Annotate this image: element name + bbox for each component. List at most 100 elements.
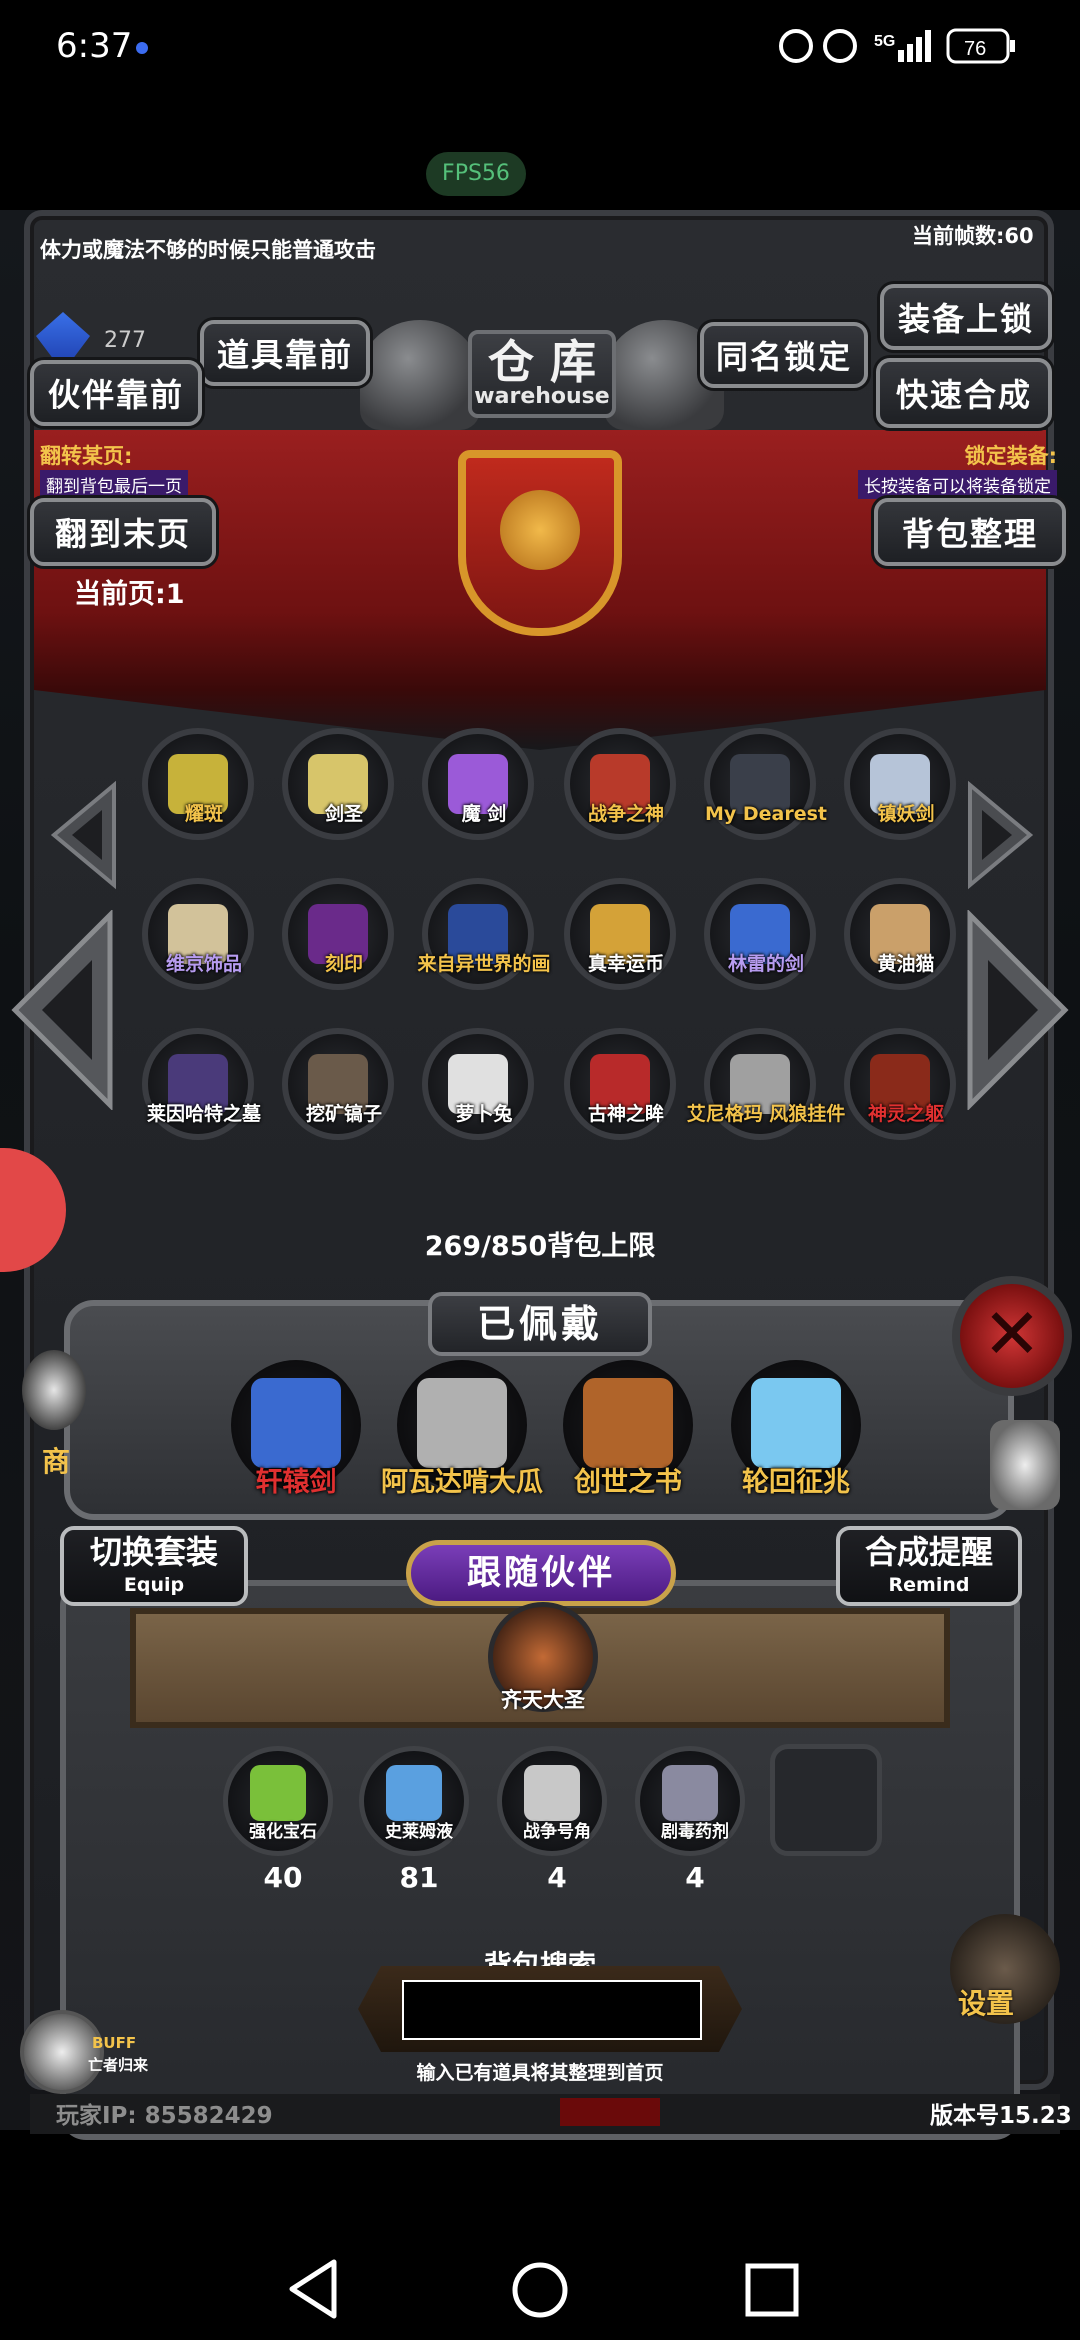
shop-icon[interactable] bbox=[22, 1350, 86, 1430]
gem-count: 277 bbox=[104, 328, 146, 353]
prev-small-arrow-icon[interactable] bbox=[44, 780, 124, 890]
capacity-label: 269/850背包上限 bbox=[424, 1231, 656, 1262]
shop-label: 商 bbox=[42, 1445, 71, 1478]
game-tip-text: 体力或魔法不够的时候只能普通攻击 bbox=[40, 238, 376, 262]
material-art-icon bbox=[250, 1765, 306, 1821]
skull-buff-icon[interactable] bbox=[20, 2010, 104, 2094]
quick-merge-button[interactable]: 快速合成 bbox=[876, 358, 1052, 428]
inventory-item[interactable]: 维京饰品 bbox=[142, 878, 254, 990]
material-slot[interactable]: 剧毒药剂 4 bbox=[635, 1746, 745, 1894]
material-slot[interactable]: 战争号角 4 bbox=[497, 1746, 607, 1894]
status-icons: 5G 76 bbox=[779, 28, 1015, 64]
inventory-item[interactable]: 挖矿镐子 bbox=[282, 1028, 394, 1140]
buff-label: BUFF bbox=[92, 2034, 137, 2052]
merge-remind-button[interactable]: 合成提醒 Remind bbox=[836, 1526, 1022, 1606]
inventory-item[interactable]: 萝卜兔 bbox=[422, 1028, 534, 1140]
material-count: 4 bbox=[685, 1861, 705, 1894]
inventory-item[interactable]: 古神之眸 bbox=[564, 1028, 676, 1140]
equip-lock-button[interactable]: 装备上锁 bbox=[880, 284, 1052, 350]
flip-hint-title: 翻转某页: bbox=[40, 444, 133, 468]
lock-hint: 锁定装备: 长按装备可以将装备锁定 bbox=[858, 440, 1057, 499]
title-en: warehouse bbox=[474, 384, 610, 409]
equipped-slot[interactable]: 轮回征兆 bbox=[731, 1360, 861, 1498]
lock-hint-sub: 长按装备可以将装备锁定 bbox=[858, 470, 1057, 499]
next-page-arrow-icon[interactable] bbox=[960, 910, 1070, 1110]
status-time: 6:37 bbox=[56, 26, 133, 66]
inventory-item[interactable]: 镇妖剑 bbox=[844, 728, 956, 840]
inventory-item[interactable]: 真幸运币 bbox=[564, 878, 676, 990]
left-helmet-icon bbox=[360, 320, 480, 430]
material-slot[interactable]: 史莱姆液 81 bbox=[359, 1746, 469, 1894]
inventory-item[interactable]: My Dearest bbox=[704, 728, 827, 840]
version-label: 版本号15.23 bbox=[930, 2103, 1072, 2129]
empty-material-slot[interactable] bbox=[770, 1744, 882, 1856]
inventory-item[interactable]: 林雷的剑 bbox=[704, 878, 816, 990]
buff-sub-label: 亡者归来 bbox=[88, 2056, 149, 2074]
inventory-item[interactable]: 耀斑 bbox=[142, 728, 254, 840]
switch-set-label: 切换套装 bbox=[89, 1533, 218, 1571]
merge-remind-en: Remind bbox=[888, 1574, 970, 1596]
equipped-art-icon bbox=[583, 1378, 673, 1468]
inventory-item[interactable]: 刻印 bbox=[282, 878, 394, 990]
fps-indicator: FPS56 bbox=[426, 152, 526, 196]
material-slot[interactable]: 强化宝石 40 bbox=[223, 1746, 333, 1894]
equipped-label: 轮回征兆 bbox=[742, 1467, 850, 1498]
network-5g-label: 5G bbox=[874, 33, 895, 50]
close-button[interactable]: ✕ bbox=[952, 1276, 1072, 1396]
settings-label: 设置 bbox=[958, 1987, 1015, 2020]
equipped-art-icon bbox=[251, 1378, 341, 1468]
prev-page-arrow-icon[interactable] bbox=[10, 910, 120, 1110]
equipped-slot[interactable]: 阿瓦达啃大瓜 bbox=[381, 1360, 543, 1498]
alarm-icon bbox=[823, 29, 857, 63]
lock-hint-title: 锁定装备: bbox=[964, 444, 1057, 468]
current-fps-label: 当前帧数:60 bbox=[912, 224, 1034, 248]
inventory-item[interactable]: 剑圣 bbox=[282, 728, 394, 840]
footer-progress bbox=[560, 2098, 660, 2126]
switch-set-en: Equip bbox=[123, 1574, 185, 1596]
inventory-item[interactable]: 神灵之躯 bbox=[844, 1028, 956, 1140]
dice-icon[interactable] bbox=[990, 1420, 1060, 1510]
equipped-title: 已佩戴 bbox=[428, 1292, 652, 1356]
recents-icon[interactable] bbox=[744, 2262, 800, 2318]
status-bar: 6:37 5G 76 bbox=[0, 0, 1080, 100]
sort-bag-button[interactable]: 背包整理 bbox=[874, 498, 1066, 566]
current-page-label: 当前页:1 bbox=[74, 579, 185, 610]
item-label: 神灵之躯 bbox=[867, 1103, 944, 1125]
inventory-item[interactable]: 战争之神 bbox=[564, 728, 676, 840]
switch-set-button[interactable]: 切换套装 Equip bbox=[60, 1526, 248, 1606]
merge-remind-label: 合成提醒 bbox=[864, 1533, 993, 1571]
battery-level: 76 bbox=[964, 38, 986, 60]
partner-name: 齐天大圣 bbox=[501, 1688, 585, 1712]
notification-dot-icon bbox=[136, 42, 148, 54]
material-art-icon bbox=[386, 1765, 442, 1821]
title-cn: 仓 库 bbox=[487, 335, 596, 389]
same-name-lock-button[interactable]: 同名锁定 bbox=[700, 322, 868, 388]
bag-search-input[interactable] bbox=[402, 1980, 702, 2040]
items-front-button[interactable]: 道具靠前 bbox=[200, 320, 370, 386]
flip-hint: 翻转某页: 翻到背包最后一页 bbox=[40, 440, 188, 499]
equipped-art-icon bbox=[751, 1378, 841, 1468]
partner-front-button[interactable]: 伙伴靠前 bbox=[30, 360, 202, 426]
material-art-icon bbox=[662, 1765, 718, 1821]
follow-partner-badge: 跟随伙伴 bbox=[406, 1540, 676, 1606]
search-hint: 输入已有道具将其整理到首页 bbox=[416, 2062, 664, 2084]
player-ip: 玩家IP: 85582429 bbox=[56, 2103, 273, 2129]
lion-icon bbox=[500, 490, 580, 570]
equipped-art-icon bbox=[417, 1378, 507, 1468]
signal-bar-icon bbox=[898, 50, 904, 62]
inventory-item[interactable]: 莱因哈特之墓 bbox=[142, 1028, 261, 1140]
equipped-slot[interactable]: 轩辕剑 bbox=[231, 1360, 361, 1498]
material-label: 剧毒药剂 bbox=[661, 1822, 729, 1842]
equipped-slot[interactable]: 创世之书 bbox=[563, 1360, 693, 1498]
hd-call-icon bbox=[779, 29, 813, 63]
material-art-icon bbox=[524, 1765, 580, 1821]
inventory-item[interactable]: 黄油猫 bbox=[844, 878, 956, 990]
goto-last-page-button[interactable]: 翻到末页 bbox=[30, 498, 216, 566]
inventory-item[interactable]: 魔 剑 bbox=[422, 728, 534, 840]
flip-hint-sub: 翻到背包最后一页 bbox=[40, 470, 188, 499]
inventory-item[interactable]: 来自异世界的画 bbox=[417, 878, 551, 990]
next-small-arrow-icon[interactable] bbox=[960, 780, 1040, 890]
back-icon[interactable] bbox=[286, 2258, 340, 2320]
home-icon[interactable] bbox=[510, 2260, 570, 2320]
inventory-item[interactable]: 艾尼格玛 风狼挂件 bbox=[687, 1028, 845, 1140]
